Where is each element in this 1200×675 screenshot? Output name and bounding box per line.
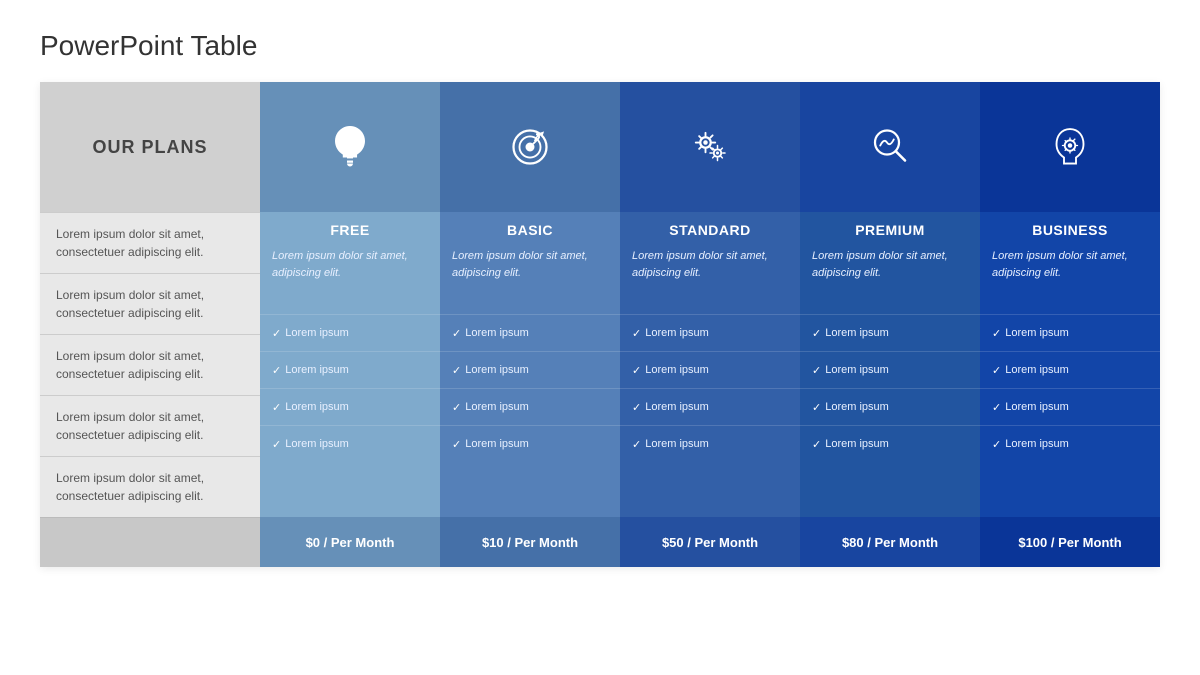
standard-icon-cell [620,82,800,212]
analytics-icon [866,123,914,171]
premium-feature-4: ✓Lorem ipsum [800,425,980,462]
free-feature-3: ✓Lorem ipsum [260,388,440,425]
business-feature-1: ✓Lorem ipsum [980,314,1160,351]
premium-desc: Lorem ipsum dolor sit amet, adipiscing e… [800,244,980,314]
premium-feature-3: ✓Lorem ipsum [800,388,980,425]
label-row-3: Lorem ipsum dolor sit amet, consectetuer… [40,334,260,395]
bulb-icon [326,123,374,171]
plan-business: BUSINESS Lorem ipsum dolor sit amet, adi… [980,82,1160,567]
basic-icon-cell [440,82,620,212]
basic-feature-1: ✓Lorem ipsum [440,314,620,351]
target-icon [506,123,554,171]
business-name: BUSINESS [980,212,1160,244]
premium-feature-2: ✓Lorem ipsum [800,351,980,388]
footer-spacer [40,517,260,567]
standard-name: STANDARD [620,212,800,244]
label-row-4: Lorem ipsum dolor sit amet, consectetuer… [40,395,260,456]
standard-feature-4: ✓Lorem ipsum [620,425,800,462]
basic-price: $10 / Per Month [440,517,620,567]
label-row-2: Lorem ipsum dolor sit amet, consectetuer… [40,273,260,334]
plan-premium: PREMIUM Lorem ipsum dolor sit amet, adip… [800,82,980,567]
business-icon-cell [980,82,1160,212]
standard-feature-1: ✓Lorem ipsum [620,314,800,351]
gears-icon [686,123,734,171]
standard-feature-2: ✓Lorem ipsum [620,351,800,388]
business-feature-3: ✓Lorem ipsum [980,388,1160,425]
premium-price: $80 / Per Month [800,517,980,567]
our-plans-header: OUR PLANS [40,82,260,212]
business-feature-2: ✓Lorem ipsum [980,351,1160,388]
free-feature-2: ✓Lorem ipsum [260,351,440,388]
free-feature-1: ✓Lorem ipsum [260,314,440,351]
free-name: FREE [260,212,440,244]
free-price: $0 / Per Month [260,517,440,567]
labels-column: OUR PLANS Lorem ipsum dolor sit amet, co… [40,82,260,567]
plan-standard: STANDARD Lorem ipsum dolor sit amet, adi… [620,82,800,567]
free-icon-cell [260,82,440,212]
standard-feature-3: ✓Lorem ipsum [620,388,800,425]
premium-name: PREMIUM [800,212,980,244]
basic-feature-2: ✓Lorem ipsum [440,351,620,388]
pricing-table: OUR PLANS Lorem ipsum dolor sit amet, co… [40,82,1160,567]
business-feature-4: ✓Lorem ipsum [980,425,1160,462]
premium-feature-1: ✓Lorem ipsum [800,314,980,351]
plan-basic: BASIC Lorem ipsum dolor sit amet, adipis… [440,82,620,567]
brain-icon [1046,123,1094,171]
basic-desc: Lorem ipsum dolor sit amet, adipiscing e… [440,244,620,314]
basic-feature-3: ✓Lorem ipsum [440,388,620,425]
label-row-5: Lorem ipsum dolor sit amet, consectetuer… [40,456,260,517]
business-desc: Lorem ipsum dolor sit amet, adipiscing e… [980,244,1160,314]
business-price: $100 / Per Month [980,517,1160,567]
free-feature-4: ✓Lorem ipsum [260,425,440,462]
basic-name: BASIC [440,212,620,244]
premium-icon-cell [800,82,980,212]
basic-feature-4: ✓Lorem ipsum [440,425,620,462]
standard-desc: Lorem ipsum dolor sit amet, adipiscing e… [620,244,800,314]
label-row-1: Lorem ipsum dolor sit amet, consectetuer… [40,212,260,273]
plan-free: FREE Lorem ipsum dolor sit amet, adipisc… [260,82,440,567]
standard-price: $50 / Per Month [620,517,800,567]
free-desc: Lorem ipsum dolor sit amet, adipiscing e… [260,244,440,314]
page-title: PowerPoint Table [40,30,1160,62]
our-plans-label: OUR PLANS [92,137,207,158]
